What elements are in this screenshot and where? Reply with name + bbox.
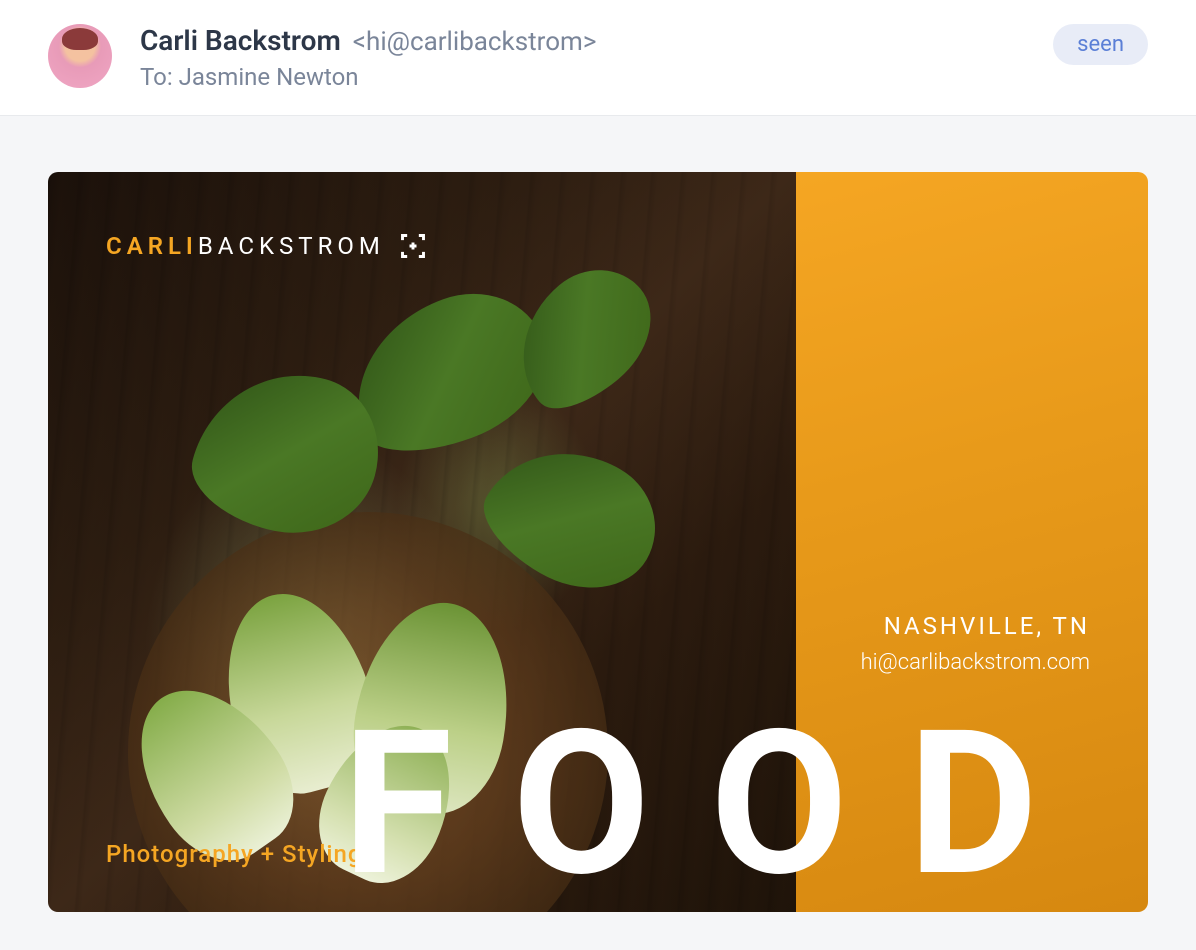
brand-logo: CARLIBACKSTROM xyxy=(106,232,427,260)
focus-frame-icon xyxy=(399,232,427,260)
sender-email: <hi@carlibackstrom> xyxy=(353,27,597,57)
location-text: NASHVILLE, TN xyxy=(861,612,1090,640)
brand-last: BACKSTROM xyxy=(198,232,385,260)
header-left: Carli Backstrom <hi@carlibackstrom> To: … xyxy=(48,24,596,91)
hero-word: FOOD xyxy=(342,704,1098,904)
sender-name: Carli Backstrom xyxy=(140,24,341,57)
sender-avatar[interactable] xyxy=(48,24,112,88)
contact-email-text: hi@carlibackstrom.com xyxy=(861,650,1090,675)
contact-info: NASHVILLE, TN hi@carlibackstrom.com xyxy=(861,612,1090,675)
tagline-text: Photography + Styling xyxy=(106,840,363,868)
email-header: Carli Backstrom <hi@carlibackstrom> To: … xyxy=(0,0,1196,116)
recipient-line: To: Jasmine Newton xyxy=(140,63,596,91)
sender-info: Carli Backstrom <hi@carlibackstrom> To: … xyxy=(140,24,596,91)
presentation-card[interactable]: CARLIBACKSTROM NASHVILLE, TN hi@carlibac… xyxy=(48,172,1148,912)
sender-line: Carli Backstrom <hi@carlibackstrom> xyxy=(140,24,596,57)
brand-first: CARLI xyxy=(106,232,198,260)
status-badge: seen xyxy=(1053,24,1148,65)
email-body: CARLIBACKSTROM NASHVILLE, TN hi@carlibac… xyxy=(0,116,1196,912)
brand-name: CARLIBACKSTROM xyxy=(106,232,385,260)
